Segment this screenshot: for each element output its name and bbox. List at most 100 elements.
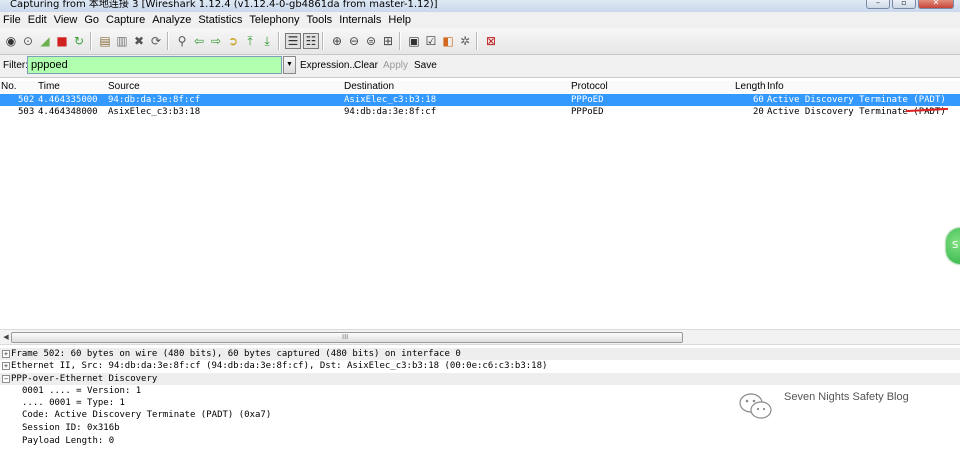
tree-child-label: Payload Length: 0 [22, 436, 115, 446]
go-back-icon[interactable]: ⇦ [191, 33, 207, 49]
packet-info: Active Discovery Terminate (PADT) [767, 107, 946, 117]
packet-length: 60 [753, 95, 764, 105]
expand-icon[interactable]: + [2, 350, 10, 358]
packet-no: 502 [18, 95, 35, 105]
menu-help[interactable]: Help [385, 12, 415, 28]
preferences-icon[interactable]: ✲ [457, 33, 473, 49]
packet-protocol: PPPoED [571, 107, 604, 117]
menu-file[interactable]: File [0, 12, 25, 28]
tree-item-ethernet[interactable]: + Ethernet II, Src: 94:db:da:3e:8f:cf (9… [0, 360, 960, 372]
watermark: Seven Nights Safety Blog [738, 388, 948, 424]
help-icon[interactable]: ⊠ [483, 33, 499, 49]
tree-item-frame[interactable]: + Frame 502: 60 bytes on wire (480 bits)… [0, 348, 960, 360]
packet-destination: 94:db:da:3e:8f:cf [344, 107, 437, 117]
packet-list-hscrollbar[interactable]: ◀ III [0, 329, 960, 345]
watermark-text: Seven Nights Safety Blog [784, 391, 909, 403]
tree-item-pppoed[interactable]: − PPP-over-Ethernet Discovery [0, 373, 960, 385]
filter-label: Filter: [3, 60, 28, 71]
menu-view[interactable]: View [51, 12, 82, 28]
menu-analyze[interactable]: Analyze [149, 12, 195, 28]
restart-capture-icon[interactable]: ↻ [71, 33, 87, 49]
resize-columns-icon[interactable]: ⊞ [380, 33, 396, 49]
column-header-destination[interactable]: Destination [344, 81, 394, 93]
tree-item-label: Frame 502: 60 bytes on wire (480 bits), … [11, 349, 461, 359]
column-header-length[interactable]: Length [735, 81, 766, 93]
packet-source: 94:db:da:3e:8f:cf [108, 95, 201, 105]
display-filter-input[interactable] [27, 56, 282, 74]
column-header-no[interactable]: No. [1, 81, 17, 93]
go-to-packet-icon[interactable]: ➲ [225, 33, 241, 49]
close-file-icon[interactable]: ✖ [131, 33, 147, 49]
colorize-icon[interactable]: ☰ [285, 33, 301, 49]
tree-child-label: Code: Active Discovery Terminate (PADT) … [22, 410, 272, 420]
tree-item-label: Ethernet II, Src: 94:db:da:3e:8f:cf (94:… [11, 361, 548, 371]
packet-length: 20 [753, 107, 764, 117]
tree-child-label: 0001 .... = Version: 1 [22, 386, 142, 396]
save-filter-button[interactable]: Save [414, 60, 437, 71]
interfaces-icon[interactable]: ◉ [3, 33, 19, 49]
start-capture-icon[interactable]: ◢ [37, 33, 53, 49]
minimize-button[interactable]: – [866, 0, 890, 9]
floating-share-tab[interactable]: S [946, 228, 960, 264]
packet-info: Active Discovery Terminate (PADT) [767, 95, 946, 105]
column-header-protocol[interactable]: Protocol [571, 81, 608, 93]
toolbar-separator [322, 32, 324, 50]
reload-icon[interactable]: ⟳ [148, 33, 164, 49]
packet-time: 4.464348000 [38, 107, 98, 117]
packet-row[interactable]: 503 4.464348000 AsixElec_c3:b3:18 94:db:… [0, 106, 960, 118]
toolbar-separator [278, 32, 280, 50]
go-first-icon[interactable]: ⤒ [242, 33, 258, 49]
zoom-out-icon[interactable]: ⊖ [346, 33, 362, 49]
tree-child-label: Session ID: 0x316b [22, 423, 120, 433]
column-header-info[interactable]: Info [767, 81, 784, 93]
autoscroll-icon[interactable]: ☷ [303, 33, 319, 49]
column-header-time[interactable]: Time [38, 81, 60, 93]
menu-telephony[interactable]: Telephony [246, 12, 303, 28]
filter-history-dropdown[interactable]: ▼ [283, 56, 296, 74]
tree-child-item[interactable]: Payload Length: 0 [0, 435, 960, 447]
menu-capture[interactable]: Capture [103, 12, 149, 28]
maximize-button[interactable]: ▫ [892, 0, 916, 9]
apply-button[interactable]: Apply [383, 60, 408, 71]
clear-button[interactable]: Clear [354, 60, 378, 71]
close-button[interactable]: ✕ [918, 0, 954, 9]
packet-row[interactable]: 502 4.464335000 94:db:da:3e:8f:cf AsixEl… [0, 94, 960, 106]
expand-icon[interactable]: + [2, 362, 10, 370]
go-last-icon[interactable]: ⤓ [259, 33, 275, 49]
menu-edit[interactable]: Edit [25, 12, 51, 28]
menu-statistics[interactable]: Statistics [195, 12, 246, 28]
window-title: Capturing from 本地连接 3 [Wireshark 1.12.4 … [10, 0, 438, 10]
window-controls: – ▫ ✕ [864, 0, 954, 10]
capture-filters-icon[interactable]: ▣ [406, 33, 422, 49]
go-forward-icon[interactable]: ⇨ [208, 33, 224, 49]
options-icon[interactable]: ⊙ [20, 33, 36, 49]
normal-size-icon[interactable]: ⊜ [363, 33, 379, 49]
find-packet-icon[interactable]: ⚲ [174, 33, 190, 49]
stop-capture-icon[interactable]: ■ [54, 33, 70, 49]
coloring-rules-icon[interactable]: ◧ [440, 33, 456, 49]
packet-list-header: No. Time Source Destination Protocol Len… [0, 81, 960, 93]
zoom-in-icon[interactable]: ⊕ [329, 33, 345, 49]
packet-no: 503 [18, 107, 35, 117]
packet-protocol: PPPoED [571, 95, 604, 105]
toolbar-separator [476, 32, 478, 50]
menu-bar: File Edit View Go Capture Analyze Statis… [0, 12, 960, 28]
collapse-icon[interactable]: − [2, 375, 10, 383]
expression-button[interactable]: Expression... [300, 60, 358, 71]
display-filters-icon[interactable]: ☑ [423, 33, 439, 49]
tree-child-label: .... 0001 = Type: 1 [22, 398, 125, 408]
packet-time: 4.464335000 [38, 95, 98, 105]
tree-item-label: PPP-over-Ethernet Discovery [11, 374, 158, 384]
wechat-logo-icon [739, 393, 772, 419]
menu-go[interactable]: Go [81, 12, 103, 28]
column-header-source[interactable]: Source [108, 81, 140, 93]
save-file-icon[interactable]: ▥ [114, 33, 130, 49]
toolbar-separator [90, 32, 92, 50]
scrollbar-grip: III [342, 333, 349, 341]
menu-internals[interactable]: Internals [336, 12, 385, 28]
filter-toolbar: Filter: ▼ Expression... Clear Apply Save [0, 55, 960, 78]
menu-tools[interactable]: Tools [304, 12, 337, 28]
scrollbar-thumb[interactable]: III [11, 332, 683, 343]
toolbar-separator [167, 32, 169, 50]
open-file-icon[interactable]: ▤ [97, 33, 113, 49]
